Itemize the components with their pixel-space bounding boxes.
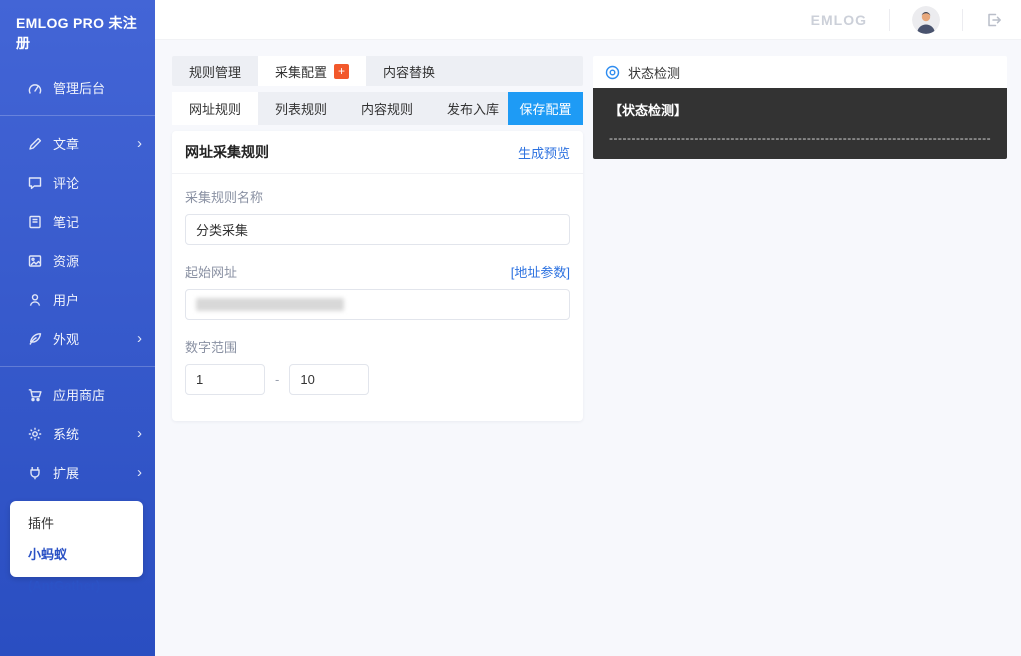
sidebar-item-users[interactable]: 用户 (0, 280, 155, 319)
plug-icon (27, 465, 43, 481)
generate-preview-link[interactable]: 生成预览 (518, 143, 570, 162)
status-panel-header: 状态检测 (593, 56, 1007, 88)
number-range-field: 数字范围 - (185, 337, 570, 395)
left-column: 规则管理 采集配置 + 内容替换 网址规则 列表规则 内容规则 发布入库 保存配… (172, 56, 583, 421)
cart-icon (27, 387, 43, 403)
submenu-item-plugins[interactable]: 插件 (10, 508, 143, 539)
sidebar-item-label: 扩展 (53, 463, 79, 482)
card-header: 网址采集规则 生成预览 (172, 131, 583, 174)
sidebar-item-label: 笔记 (53, 212, 79, 231)
url-params-link[interactable]: [地址参数] (511, 262, 570, 281)
rule-name-input[interactable] (185, 214, 570, 245)
image-icon (27, 253, 43, 269)
comment-icon (27, 175, 43, 191)
sidebar-item-appearance[interactable]: 外观 › (0, 319, 155, 358)
user-icon (27, 292, 43, 308)
sidebar-item-extensions[interactable]: 扩展 › (0, 453, 155, 492)
tab-content-replace[interactable]: 内容替换 (366, 56, 452, 86)
pencil-icon (27, 136, 43, 152)
save-config-button[interactable]: 保存配置 (508, 92, 583, 125)
card-body: 采集规则名称 起始网址 [地址参数] (172, 174, 583, 421)
app-title: EMLOG PRO 未注册 (0, 0, 155, 68)
sidebar-divider (0, 366, 155, 367)
topbar-divider (889, 9, 890, 31)
secondary-tabs: 网址规则 列表规则 内容规则 发布入库 保存配置 (172, 92, 583, 125)
submenu-item-antgather[interactable]: 小蚂蚁(AntGather) (10, 539, 143, 570)
chevron-right-icon: › (137, 331, 142, 346)
redacted-url-value (196, 298, 344, 311)
status-log-title: 【状态检测】 (609, 100, 991, 119)
main-area: EMLOG 规则管理 采集配置 + 内容替换 (155, 0, 1021, 656)
tab-publish[interactable]: 发布入库 (430, 92, 516, 125)
range-separator: - (275, 372, 279, 387)
sidebar-item-comments[interactable]: 评论 (0, 163, 155, 202)
sidebar-item-label: 应用商店 (53, 385, 105, 404)
sidebar-item-label: 用户 (53, 290, 79, 309)
sidebar-nav: 管理后台 文章 › 评论 笔记 资源 用户 (0, 68, 155, 492)
range-from-input[interactable] (185, 364, 265, 395)
sidebar-item-dashboard[interactable]: 管理后台 (0, 68, 155, 107)
status-divider: ----------------------------------------… (609, 131, 991, 145)
tab-list-rules[interactable]: 列表规则 (258, 92, 344, 125)
topbar-divider (962, 9, 963, 31)
status-log-box: 【状态检测】 ---------------------------------… (593, 88, 1007, 159)
sidebar-item-notes[interactable]: 笔记 (0, 202, 155, 241)
right-column: 状态检测 【状态检测】 ----------------------------… (593, 56, 1007, 159)
avatar[interactable] (912, 6, 940, 34)
sidebar: EMLOG PRO 未注册 管理后台 文章 › 评论 笔记 资 (0, 0, 155, 656)
chevron-right-icon: › (137, 136, 142, 151)
chevron-right-icon: › (137, 465, 142, 480)
sidebar-item-label: 系统 (53, 424, 79, 443)
tab-rule-management[interactable]: 规则管理 (172, 56, 258, 86)
brush-icon (27, 331, 43, 347)
sidebar-item-label: 评论 (53, 173, 79, 192)
sidebar-divider (0, 115, 155, 116)
start-url-field: 起始网址 [地址参数] (185, 262, 570, 320)
number-range-label: 数字范围 (185, 337, 570, 356)
content: 规则管理 采集配置 + 内容替换 网址规则 列表规则 内容规则 发布入库 保存配… (155, 40, 1021, 656)
tab-collection-config[interactable]: 采集配置 + (258, 56, 366, 86)
sidebar-item-label: 资源 (53, 251, 79, 270)
primary-tabs: 规则管理 采集配置 + 内容替换 (172, 56, 583, 86)
add-badge[interactable]: + (334, 64, 349, 79)
topbar: EMLOG (155, 0, 1021, 40)
card-title: 网址采集规则 (185, 142, 269, 162)
app-window: EMLOG PRO 未注册 管理后台 文章 › 评论 笔记 资 (0, 0, 1021, 656)
sidebar-item-label: 外观 (53, 329, 79, 348)
sidebar-item-label: 文章 (53, 134, 79, 153)
start-url-label: 起始网址 (185, 262, 237, 281)
brand-text: EMLOG (811, 12, 867, 28)
sidebar-item-app-store[interactable]: 应用商店 (0, 375, 155, 414)
note-icon (27, 214, 43, 230)
sidebar-item-system[interactable]: 系统 › (0, 414, 155, 453)
sidebar-item-resources[interactable]: 资源 (0, 241, 155, 280)
sidebar-item-label: 管理后台 (53, 78, 105, 97)
rule-name-label: 采集规则名称 (185, 187, 570, 206)
status-panel-title: 状态检测 (628, 63, 680, 82)
gear-icon (27, 426, 43, 442)
url-rule-card: 网址采集规则 生成预览 采集规则名称 起始网址 [地址参数] (172, 131, 583, 421)
tab-content-rules[interactable]: 内容规则 (344, 92, 430, 125)
range-to-input[interactable] (289, 364, 369, 395)
target-icon (605, 65, 620, 80)
tab-url-rules[interactable]: 网址规则 (172, 92, 258, 125)
sidebar-item-articles[interactable]: 文章 › (0, 124, 155, 163)
chevron-right-icon: › (137, 426, 142, 441)
rule-name-field: 采集规则名称 (185, 187, 570, 245)
logout-icon[interactable] (985, 11, 1003, 29)
gauge-icon (27, 80, 43, 96)
extensions-submenu: 插件 小蚂蚁(AntGather) (10, 501, 143, 577)
